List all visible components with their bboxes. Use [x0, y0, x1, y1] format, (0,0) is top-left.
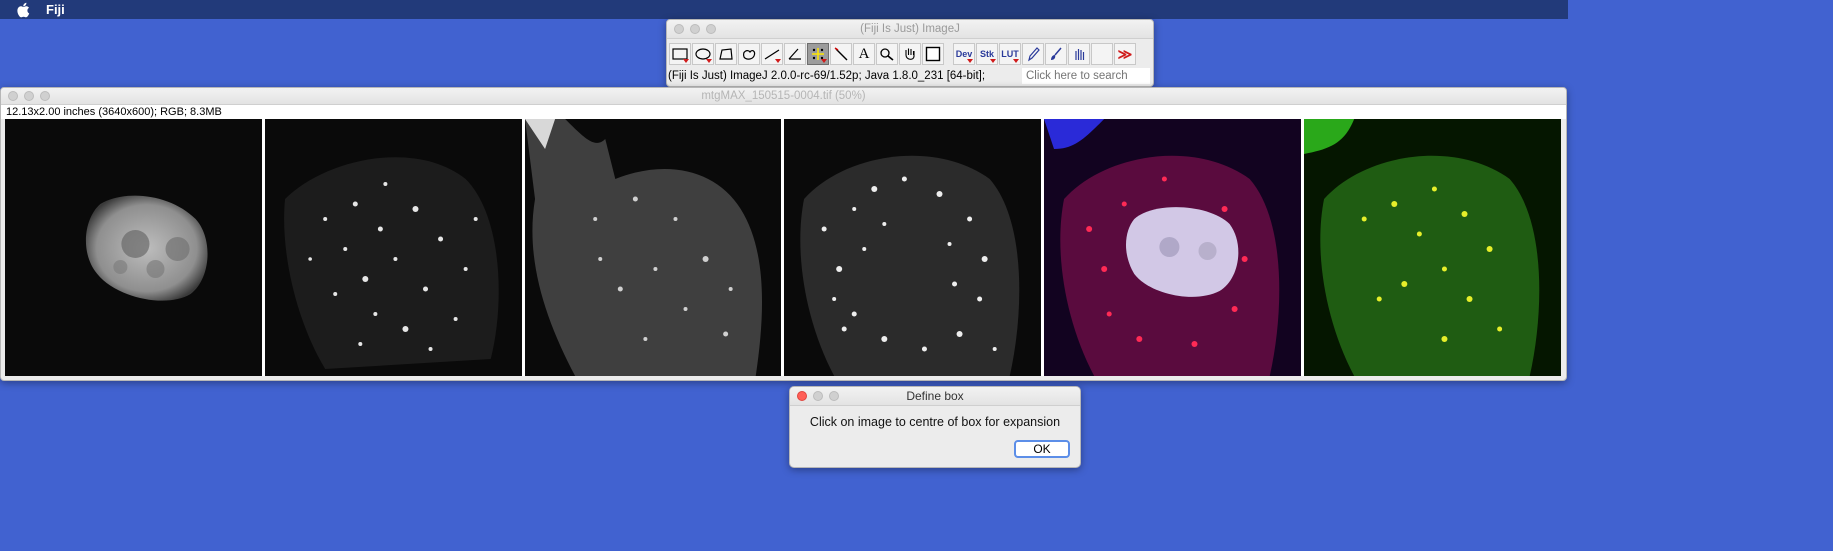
image-panel-dense-puncta[interactable]: [784, 119, 1042, 376]
zoom-icon[interactable]: [706, 24, 716, 34]
image-window-title: mtgMAX_150515-0004.tif (50%): [701, 90, 866, 102]
image-info: 12.13x2.00 inches (3640x600); RGB; 8.3MB: [1, 105, 1566, 119]
freehand-icon: [743, 50, 756, 60]
image-panel-nucleus[interactable]: [5, 119, 262, 376]
more-tools-button[interactable]: ≫: [1114, 43, 1136, 65]
image-panel-merge-rgb[interactable]: [1044, 119, 1302, 376]
close-icon[interactable]: [797, 391, 807, 401]
apple-icon[interactable]: [16, 2, 30, 18]
empty-tool-slot: [1091, 43, 1113, 65]
stk-menu-tool[interactable]: Stk: [976, 43, 998, 65]
color-picker-tool[interactable]: [922, 43, 944, 65]
imagej-toolbar-window: (Fiji Is Just) ImageJ A Dev Stk LUT ≫ (F…: [666, 19, 1154, 87]
flood-fill-tool[interactable]: [1068, 43, 1090, 65]
minimize-icon[interactable]: [690, 24, 700, 34]
tool-bar: A Dev Stk LUT ≫: [667, 41, 1153, 67]
polygon-icon: [719, 48, 733, 60]
text-icon: A: [858, 45, 870, 62]
image-panel-puncta[interactable]: [264, 119, 522, 376]
zoom-icon[interactable]: [829, 391, 839, 401]
dialog-title: Define box: [906, 389, 964, 403]
status-bar: (Fiji Is Just) ImageJ 2.0.0-rc-69/1.52p;…: [667, 67, 1153, 85]
oval-tool[interactable]: [692, 43, 714, 65]
text-tool[interactable]: A: [853, 43, 875, 65]
freehand-tool[interactable]: [738, 43, 760, 65]
image-window: mtgMAX_150515-0004.tif (50%) 12.13x2.00 …: [0, 87, 1567, 381]
dev-menu-tool[interactable]: Dev: [953, 43, 975, 65]
dialog-titlebar: Define box: [790, 387, 1080, 406]
dialog-message: Click on image to centre of box for expa…: [809, 415, 1061, 429]
imagej-titlebar: (Fiji Is Just) ImageJ: [667, 20, 1153, 39]
angle-icon: [788, 48, 801, 60]
image-panel-cytoplasm[interactable]: [524, 119, 782, 376]
angle-tool[interactable]: [784, 43, 806, 65]
brush-tool[interactable]: [1045, 43, 1067, 65]
pencil-tool[interactable]: [1022, 43, 1044, 65]
close-icon[interactable]: [674, 24, 684, 34]
pencil-icon: [1028, 47, 1040, 62]
polygon-tool[interactable]: [715, 43, 737, 65]
close-icon[interactable]: [8, 91, 18, 101]
zoom-icon[interactable]: [40, 91, 50, 101]
wand-icon: [834, 47, 848, 61]
hand-tool[interactable]: [899, 43, 921, 65]
flood-fill-icon: [1075, 49, 1085, 60]
lut-menu-tool[interactable]: LUT: [999, 43, 1021, 65]
search-input[interactable]: [1022, 68, 1150, 84]
minimize-icon[interactable]: [813, 391, 823, 401]
menu-bar: Fiji: [0, 0, 1568, 19]
hand-icon: [905, 48, 915, 60]
color-picker-icon: [925, 46, 941, 62]
status-text: (Fiji Is Just) ImageJ 2.0.0-rc-69/1.52p;…: [668, 70, 986, 82]
line-tool[interactable]: [761, 43, 783, 65]
point-tool[interactable]: [807, 43, 829, 65]
brush-icon: [1051, 47, 1062, 60]
ok-button[interactable]: OK: [1014, 440, 1070, 458]
magnifier-icon: [880, 48, 894, 61]
rectangle-tool[interactable]: [669, 43, 691, 65]
imagej-title: (Fiji Is Just) ImageJ: [860, 23, 960, 35]
app-menu-fiji[interactable]: Fiji: [46, 2, 65, 17]
more-tools-icon: ≫: [1117, 45, 1133, 62]
image-window-titlebar: mtgMAX_150515-0004.tif (50%): [1, 88, 1566, 105]
zoom-tool[interactable]: [876, 43, 898, 65]
wand-tool[interactable]: [830, 43, 852, 65]
image-panel-merge-green[interactable]: [1304, 119, 1561, 376]
image-canvas[interactable]: [5, 119, 1561, 376]
define-box-dialog: Define box Click on image to centre of b…: [789, 386, 1081, 468]
minimize-icon[interactable]: [24, 91, 34, 101]
